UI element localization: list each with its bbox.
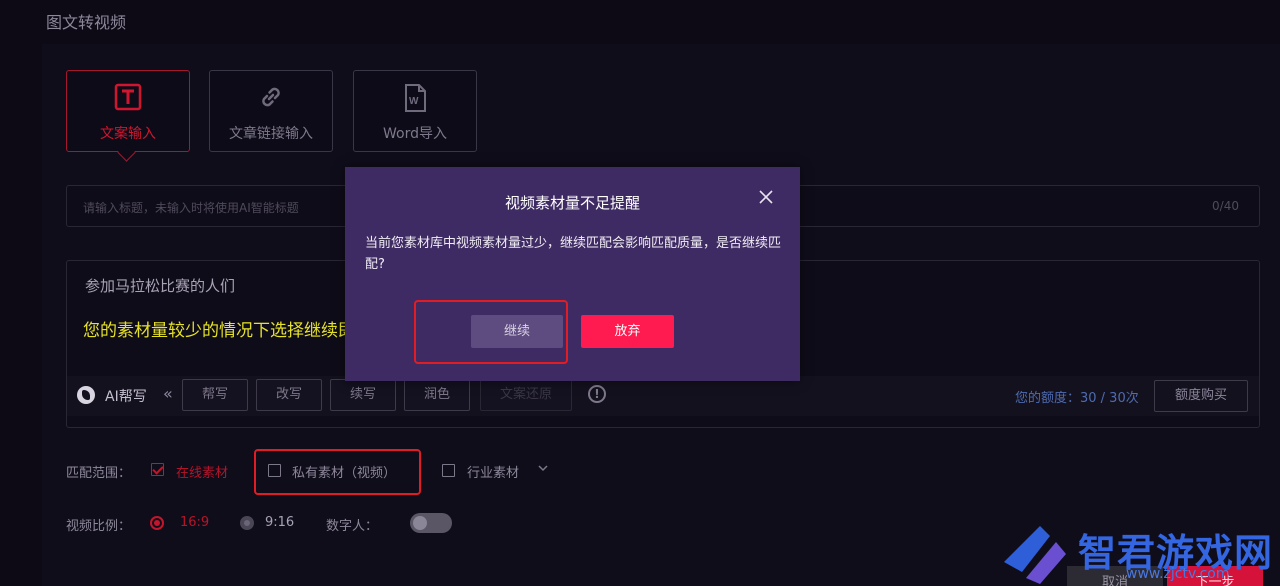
rewrite-button[interactable]: 改写 [256, 379, 322, 411]
ratio-16-9-label: 16:9 [180, 515, 210, 530]
tab-label: Word导入 [383, 126, 447, 142]
title-placeholder: 请输入标题，未输入时将使用AI智能标题 [83, 201, 299, 215]
industry-material-checkbox[interactable] [442, 464, 455, 477]
buy-quota-button[interactable]: 额度购买 [1154, 380, 1248, 412]
title-char-counter: 0/40 [1212, 199, 1239, 213]
quota-label: 您的额度：30 / 30次 [1015, 391, 1139, 406]
svg-text:W: W [409, 96, 419, 107]
ai-toolbar: AI帮写 « 帮写 改写 续写 润色 文案还原 ! 您的额度：30 / 30次 … [67, 376, 1259, 416]
ratio-9-16-radio[interactable] [240, 516, 254, 530]
watermark-url: www.zjctv.com [1126, 566, 1230, 582]
info-icon[interactable]: ! [588, 385, 606, 403]
collapse-icon[interactable]: « [163, 384, 173, 403]
page-title: 图文转视频 [46, 13, 127, 32]
watermark-logo-icon [1004, 526, 1066, 584]
watermark: 智君游戏网 www.zjctv.com [1000, 520, 1280, 586]
ai-write-label: AI帮写 [105, 389, 147, 405]
industry-material-label: 行业素材 [467, 466, 520, 481]
word-doc-icon: W [401, 83, 429, 117]
online-material-label: 在线素材 [176, 466, 229, 481]
digital-human-label: 数字人： [326, 519, 379, 534]
annotation-text: 您的素材量较少的情况下选择继续即可 [83, 321, 372, 341]
restore-text-button[interactable]: 文案还原 [480, 379, 572, 411]
link-icon [257, 83, 285, 115]
chevron-down-icon[interactable] [536, 460, 550, 479]
tab-label: 文案输入 [100, 126, 156, 142]
ratio-9-16-label: 9:16 [265, 515, 295, 530]
tab-text-input[interactable]: 文案输入 [66, 70, 190, 152]
tab-label: 文章链接输入 [229, 126, 313, 142]
dialog-title: 视频素材量不足提醒 [504, 194, 640, 212]
continue-write-button[interactable]: 续写 [330, 379, 396, 411]
tab-article-link[interactable]: 文章链接输入 [209, 70, 333, 152]
highlight-box-private-material [254, 449, 421, 495]
ai-logo-icon [77, 386, 95, 404]
abandon-button[interactable]: 放弃 [581, 315, 674, 348]
online-material-checkbox[interactable] [151, 463, 164, 476]
match-scope-label: 匹配范围： [66, 466, 132, 481]
text-t-icon [114, 83, 142, 115]
video-ratio-label: 视频比例： [66, 519, 132, 534]
tab-word-import[interactable]: W Word导入 [353, 70, 477, 152]
script-text: 参加马拉松比赛的人们 [85, 277, 236, 295]
polish-button[interactable]: 润色 [404, 379, 470, 411]
highlight-box-continue [414, 300, 568, 364]
close-icon[interactable] [759, 187, 773, 207]
dialog-message: 当前您素材库中视频素材量过少，继续匹配会影响匹配质量，是否继续匹配? [365, 236, 782, 272]
ratio-16-9-radio[interactable] [150, 516, 164, 530]
help-write-button[interactable]: 帮写 [182, 379, 248, 411]
digital-human-toggle[interactable] [410, 513, 452, 533]
